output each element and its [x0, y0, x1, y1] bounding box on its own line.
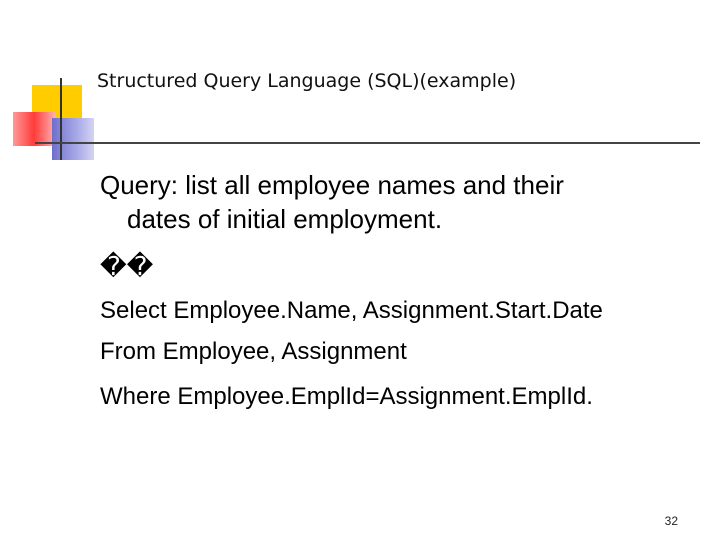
sql-from-clause: From Employee, Assignment: [100, 338, 407, 365]
slide-title: Structured Query Language (SQL)(example): [97, 70, 517, 92]
sql-where-clause: Where Employee.EmplId=Assignment.EmplId.: [100, 383, 593, 410]
page-number: 32: [664, 514, 678, 528]
title-divider: [35, 142, 700, 144]
replacement-glyphs: ��: [100, 252, 154, 282]
query-description-line-1: Query: list all employee names and their: [100, 170, 564, 200]
query-description-line-2: dates of initial employment.: [127, 204, 443, 234]
decorative-vertical-line: [60, 78, 62, 160]
decorative-red-square: [13, 112, 55, 146]
slide: Structured Query Language (SQL)(example)…: [0, 0, 720, 540]
decorative-blue-square: [52, 118, 94, 160]
sql-select-clause: Select Employee.Name, Assignment.Start.D…: [100, 297, 603, 324]
